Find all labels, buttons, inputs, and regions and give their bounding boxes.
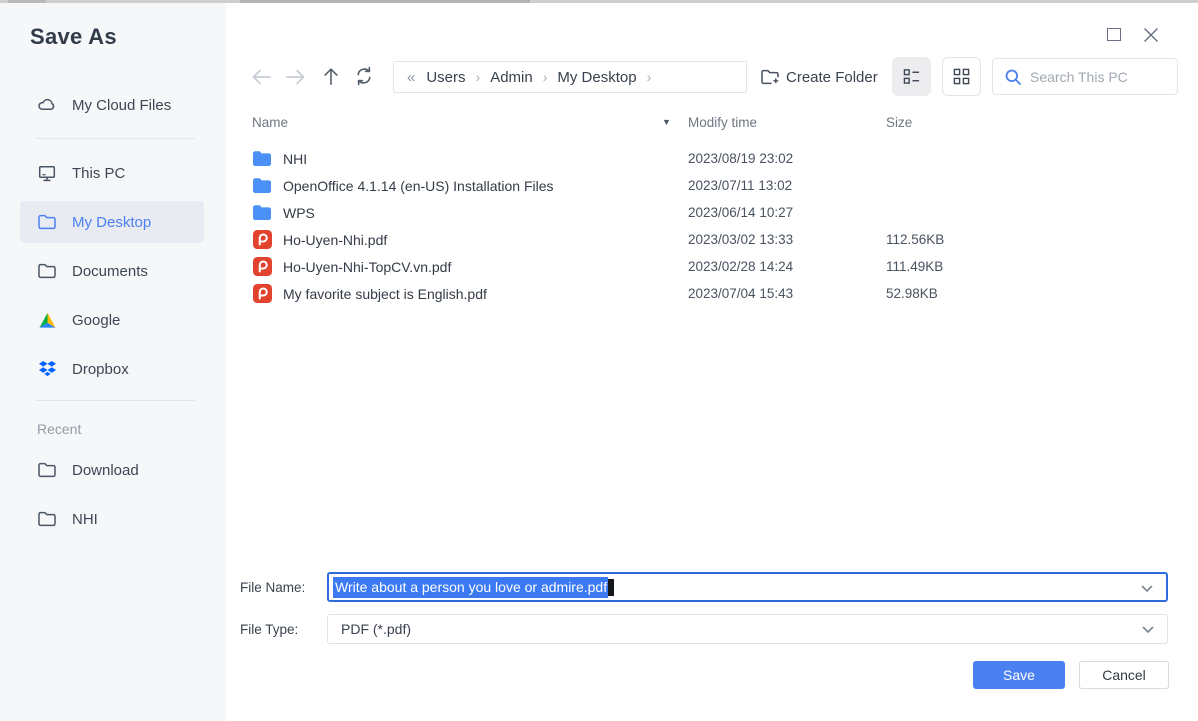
sort-descending-icon[interactable]: ▼ bbox=[662, 117, 671, 127]
pdf-file-icon bbox=[252, 230, 272, 250]
breadcrumb-admin[interactable]: Admin bbox=[490, 69, 533, 86]
dropbox-icon bbox=[37, 359, 57, 379]
folder-icon bbox=[252, 149, 272, 169]
save-as-dialog: Save As My Cloud Files This PC My Deskto… bbox=[0, 0, 1198, 721]
folder-icon bbox=[252, 203, 272, 223]
file-type-label: File Type: bbox=[240, 622, 299, 637]
sidebar-divider bbox=[35, 400, 195, 401]
file-name: My favorite subject is English.pdf bbox=[283, 285, 487, 302]
forward-arrow-icon[interactable] bbox=[285, 66, 307, 88]
file-size: 112.56KB bbox=[886, 232, 945, 247]
breadcrumb-my-desktop[interactable]: My Desktop bbox=[557, 69, 636, 86]
text-caret bbox=[608, 578, 615, 596]
sidebar-item-label: Documents bbox=[72, 262, 148, 280]
pdf-file-icon bbox=[252, 284, 272, 304]
file-name: WPS bbox=[283, 204, 315, 221]
chevron-right-icon: › bbox=[542, 69, 548, 85]
back-arrow-icon[interactable] bbox=[250, 66, 272, 88]
file-size: 111.49KB bbox=[886, 259, 944, 274]
sidebar-item-label: Dropbox bbox=[72, 360, 129, 378]
sidebar-item-label: Download bbox=[72, 461, 139, 479]
table-row[interactable]: WPS 2023/06/14 10:27 bbox=[252, 199, 1172, 226]
file-modified: 2023/03/02 13:33 bbox=[688, 232, 794, 247]
chevron-right-icon: › bbox=[475, 69, 481, 85]
file-name: Ho-Uyen-Nhi.pdf bbox=[283, 231, 388, 248]
sidebar: Save As My Cloud Files This PC My Deskto… bbox=[0, 3, 226, 721]
file-name: Ho-Uyen-Nhi-TopCV.vn.pdf bbox=[283, 258, 452, 275]
file-size: 52.98KB bbox=[886, 286, 938, 301]
breadcrumb-collapse-icon[interactable]: « bbox=[407, 69, 415, 86]
dialog-title: Save As bbox=[30, 24, 117, 49]
sidebar-item-my-cloud-files[interactable]: My Cloud Files bbox=[20, 84, 204, 126]
cloud-icon bbox=[37, 95, 57, 115]
refresh-icon[interactable] bbox=[354, 66, 376, 88]
search-box[interactable] bbox=[992, 58, 1178, 95]
grid-view-button[interactable] bbox=[942, 57, 981, 96]
column-header-modify-time[interactable]: Modify time bbox=[688, 115, 757, 130]
sidebar-item-dropbox[interactable]: Dropbox bbox=[20, 348, 204, 390]
folder-icon bbox=[252, 176, 272, 196]
file-type-value: PDF (*.pdf) bbox=[341, 621, 412, 637]
file-modified: 2023/08/19 23:02 bbox=[688, 151, 794, 166]
recent-section-label: Recent bbox=[37, 421, 82, 437]
maximize-button[interactable] bbox=[1107, 28, 1121, 41]
sidebar-item-label: Google bbox=[72, 311, 121, 329]
chevron-down-icon[interactable] bbox=[1140, 582, 1154, 596]
sidebar-item-label: NHI bbox=[72, 510, 98, 528]
chevron-down-icon[interactable] bbox=[1141, 623, 1155, 637]
chevron-right-icon: › bbox=[646, 69, 652, 85]
sidebar-divider bbox=[35, 138, 195, 139]
monitor-icon bbox=[37, 163, 57, 183]
sidebar-item-my-desktop[interactable]: My Desktop bbox=[20, 201, 204, 243]
file-modified: 2023/06/14 10:27 bbox=[688, 205, 794, 220]
table-row[interactable]: My favorite subject is English.pdf 2023/… bbox=[252, 280, 1172, 307]
sidebar-item-label: My Cloud Files bbox=[72, 96, 172, 114]
file-modified: 2023/07/11 13:02 bbox=[688, 178, 793, 193]
list-view-button[interactable] bbox=[892, 57, 931, 96]
create-folder-label: Create Folder bbox=[786, 68, 878, 86]
pdf-file-icon bbox=[252, 257, 272, 277]
create-folder-button[interactable]: Create Folder bbox=[760, 64, 878, 90]
file-type-select[interactable]: PDF (*.pdf) bbox=[327, 614, 1168, 644]
table-row[interactable]: Ho-Uyen-Nhi-TopCV.vn.pdf 2023/02/28 14:2… bbox=[252, 253, 1172, 280]
google-drive-icon bbox=[37, 310, 57, 330]
table-row[interactable]: OpenOffice 4.1.14 (en-US) Installation F… bbox=[252, 172, 1172, 199]
folder-icon bbox=[37, 261, 57, 281]
sidebar-item-documents[interactable]: Documents bbox=[20, 250, 204, 292]
file-name-input[interactable]: Write about a person you love or admire.… bbox=[327, 572, 1168, 602]
column-header-name[interactable]: Name bbox=[252, 115, 288, 130]
cancel-button[interactable]: Cancel bbox=[1079, 661, 1169, 689]
folder-icon bbox=[37, 460, 57, 480]
folder-plus-icon bbox=[760, 67, 780, 87]
folder-icon bbox=[37, 212, 57, 232]
sidebar-item-google[interactable]: Google bbox=[20, 299, 204, 341]
background-window-edge-segment bbox=[240, 0, 530, 3]
column-header-size[interactable]: Size bbox=[886, 115, 912, 130]
list-view-icon bbox=[903, 69, 920, 84]
close-icon[interactable] bbox=[1142, 26, 1160, 44]
save-button[interactable]: Save bbox=[973, 661, 1065, 689]
breadcrumb: « Users › Admin › My Desktop › bbox=[393, 61, 747, 93]
file-modified: 2023/02/28 14:24 bbox=[688, 259, 794, 274]
file-name: OpenOffice 4.1.14 (en-US) Installation F… bbox=[283, 177, 554, 194]
sidebar-item-download[interactable]: Download bbox=[20, 449, 204, 491]
sidebar-item-this-pc[interactable]: This PC bbox=[20, 152, 204, 194]
folder-icon bbox=[37, 509, 57, 529]
search-input[interactable] bbox=[1030, 68, 1160, 85]
sidebar-item-label: This PC bbox=[72, 164, 126, 182]
table-row[interactable]: Ho-Uyen-Nhi.pdf 2023/03/02 13:33 112.56K… bbox=[252, 226, 1172, 253]
sidebar-item-nhi[interactable]: NHI bbox=[20, 498, 204, 540]
breadcrumb-users[interactable]: Users bbox=[426, 69, 465, 86]
file-modified: 2023/07/04 15:43 bbox=[688, 286, 794, 301]
up-arrow-icon[interactable] bbox=[321, 66, 343, 88]
sidebar-item-label: My Desktop bbox=[72, 213, 152, 231]
file-name-label: File Name: bbox=[240, 580, 306, 595]
table-row[interactable]: NHI 2023/08/19 23:02 bbox=[252, 145, 1172, 172]
file-name: NHI bbox=[283, 150, 308, 167]
file-name-value-selected: Write about a person you love or admire.… bbox=[333, 576, 609, 598]
grid-view-icon bbox=[953, 68, 970, 85]
search-icon bbox=[1004, 68, 1022, 86]
